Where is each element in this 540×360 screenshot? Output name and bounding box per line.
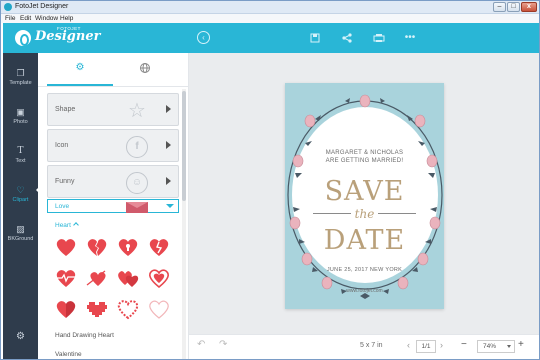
heart-clipart-solid[interactable] [54, 236, 78, 258]
tab-web-globe-icon[interactable] [139, 62, 151, 74]
zoom-select[interactable]: 74% [477, 340, 515, 353]
menu-edit[interactable]: Edit [20, 15, 31, 22]
menu-help[interactable]: Help [60, 15, 73, 22]
card-the-text[interactable]: the [285, 207, 444, 221]
menu-window[interactable]: Window [35, 15, 58, 22]
design-canvas: MARGARET & NICHOLAS ARE GETTING MARRIED!… [189, 53, 539, 334]
rail-item-clipart[interactable]: ♡ Clipart [3, 178, 38, 218]
tab-clipart-settings-icon[interactable]: ⚙ [74, 62, 86, 74]
chevron-right-icon [166, 141, 171, 149]
share-icon[interactable] [340, 31, 354, 45]
chevron-up-icon[interactable] [73, 222, 79, 228]
more-icon[interactable]: ••• [403, 31, 417, 45]
bottom-bar: ↶ ↷ 5 x 7 in ‹ 1/1 › − 74% + [189, 334, 539, 359]
tab-divider [38, 86, 188, 87]
arrow-right-decoration [378, 213, 416, 214]
photo-icon: ▣ [16, 107, 25, 117]
save-icon[interactable] [308, 31, 322, 45]
menu-file[interactable]: File [5, 15, 15, 22]
heart-clipart-outline-inner[interactable] [147, 267, 171, 289]
category-icon[interactable]: Icon f [47, 129, 179, 162]
heart-clipart-cracked[interactable] [147, 236, 171, 258]
star-icon: ☆ [128, 100, 146, 122]
category-love-dropdown[interactable]: Love [47, 199, 179, 213]
heart-clipart-thin-outline[interactable] [147, 298, 171, 320]
top-toolbar: ‹ ••• [189, 23, 539, 53]
panel-scrollbar-thumb[interactable] [182, 91, 186, 201]
redo-icon[interactable]: ↷ [219, 339, 227, 350]
card-when-text[interactable]: JUNE 25, 2017 NEW YORK [285, 267, 444, 273]
category-funny[interactable]: Funny ☺ [47, 165, 179, 198]
heart-clipart-pulse[interactable] [54, 267, 78, 289]
card-date-text[interactable]: DATE [285, 225, 444, 256]
heart-clipart-dotted[interactable] [116, 298, 140, 320]
menu-bar: File Edit Window Help [1, 14, 539, 23]
heart-clipart-arrow[interactable] [85, 267, 109, 289]
logo-area: FOTOJET Designer [3, 23, 189, 53]
category-shape[interactable]: Shape ☆ [47, 93, 179, 126]
app-window: FotoJet Designer – □ x File Edit Window … [0, 0, 540, 360]
title-bar: FotoJet Designer – □ x [1, 1, 539, 14]
undo-icon[interactable]: ↶ [197, 339, 205, 350]
section-heart-header[interactable]: Heart [55, 222, 71, 229]
rail-item-photo[interactable]: ▣ Photo [3, 100, 38, 140]
prev-page-icon[interactable]: ‹ [407, 340, 410, 350]
canvas-size-label: 5 x 7 in [360, 342, 383, 349]
heart-icon: ♡ [16, 185, 25, 195]
minimize-button[interactable]: – [493, 2, 506, 12]
next-page-icon[interactable]: › [440, 340, 443, 350]
background-icon: ▨ [16, 224, 25, 234]
heart-clipart-folded[interactable] [54, 298, 78, 320]
card-save-text[interactable]: SAVE [285, 176, 444, 207]
heart-clipart-pixel[interactable] [85, 298, 109, 320]
love-envelope-icon [126, 202, 148, 213]
window-title: FotoJet Designer [15, 3, 69, 10]
heart-clipart-double[interactable] [116, 267, 140, 289]
zoom-in-button[interactable]: + [518, 339, 524, 350]
chevron-down-icon [166, 204, 174, 208]
rail-label-text: Text [15, 158, 26, 164]
clipart-panel: ⚙ Shape ☆ Icon f Funny ☺ Love Heart Hand… [38, 53, 189, 359]
card-url-text[interactable]: www.fotojet.com [285, 288, 444, 294]
category-label: Funny [55, 178, 75, 185]
rail-item-template[interactable]: ❐ Template [3, 61, 38, 101]
back-icon[interactable]: ‹ [197, 31, 210, 44]
text-icon: T [17, 146, 24, 156]
category-label: Icon [55, 142, 69, 149]
rail-item-bkground[interactable]: ▨ BKGround [3, 217, 38, 257]
card-tagline-line: ARE GETTING MARRIED! [325, 158, 404, 164]
save-the-date-card[interactable]: MARGARET & NICHOLAS ARE GETTING MARRIED!… [285, 83, 444, 309]
heart-clipart-broken[interactable] [85, 236, 109, 258]
section-hand-drawing-heart[interactable]: Hand Drawing Heart [55, 332, 114, 339]
logo-mark-icon [15, 30, 31, 46]
print-icon[interactable] [372, 31, 386, 45]
rail-label-photo: Photo [13, 119, 28, 125]
logo-text: Designer [35, 29, 101, 44]
category-label: Shape [55, 106, 76, 113]
page-indicator[interactable]: 1/1 [416, 340, 436, 353]
panel-tabs: ⚙ [38, 53, 188, 87]
chevron-down-icon [507, 345, 511, 348]
close-button[interactable]: x [521, 2, 537, 12]
chevron-right-icon [166, 177, 171, 185]
rail-item-text[interactable]: T Text [3, 139, 38, 179]
chevron-right-icon [166, 105, 171, 113]
zoom-value: 74% [483, 343, 497, 350]
app-icon [4, 3, 12, 11]
card-couple-line: MARGARET & NICHOLAS [325, 150, 404, 156]
smiley-icon: ☺ [126, 172, 148, 194]
maximize-button[interactable]: □ [507, 2, 520, 12]
gear-icon[interactable]: ⚙ [15, 331, 26, 342]
left-rail: ❐ Template ▣ Photo T Text ♡ Clipart ▨ BK… [3, 53, 41, 359]
section-valentine[interactable]: Valentine [55, 351, 82, 358]
rail-label-bkground: BKGround [7, 236, 34, 242]
zoom-out-button[interactable]: − [461, 339, 467, 350]
rail-label-clipart: Clipart [12, 197, 29, 203]
dropdown-value: Love [55, 203, 70, 210]
facebook-icon: f [126, 136, 148, 158]
card-names-text[interactable]: MARGARET & NICHOLAS ARE GETTING MARRIED! [285, 149, 444, 165]
rail-label-template: Template [9, 80, 32, 86]
heart-clipart-lock[interactable] [116, 236, 140, 258]
template-icon: ❐ [16, 68, 25, 78]
